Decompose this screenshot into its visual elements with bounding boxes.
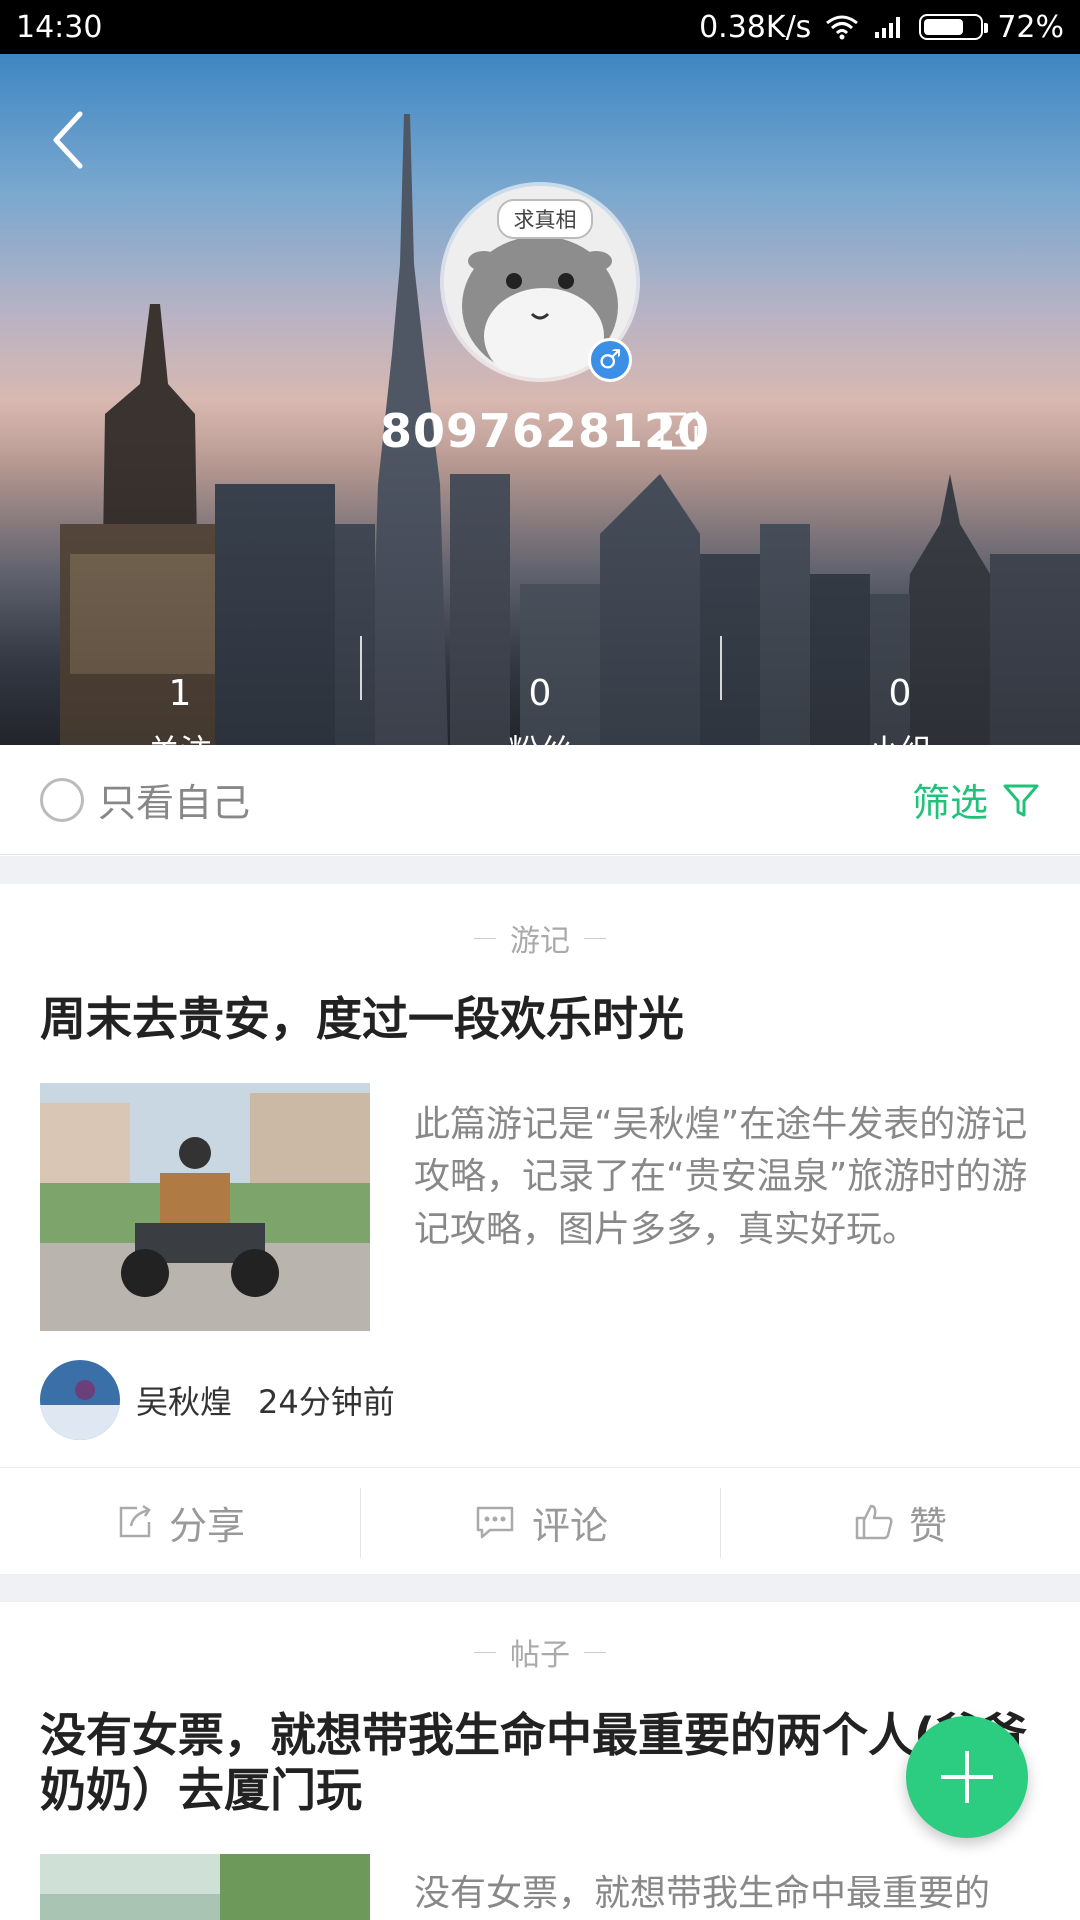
stat-value: 0 (888, 673, 912, 714)
card-tag-label: 游记 (510, 924, 570, 959)
stat-followers[interactable]: 0 粉丝 (360, 614, 720, 745)
battery-fill (924, 19, 964, 35)
battery-percent: 72% (997, 9, 1064, 45)
funnel-icon (1003, 784, 1039, 816)
thumbs-up-icon (855, 1504, 893, 1540)
card-description: 没有女票，就想带我生命中最重要的 (414, 1873, 991, 1915)
author-photo (40, 1360, 120, 1441)
wifi-icon (826, 15, 859, 40)
status-icons: 0.38K/s 72% (699, 10, 1064, 45)
travel-photo (40, 1854, 370, 1920)
share-button[interactable]: 分享 (0, 1468, 360, 1576)
only-self-toggle[interactable]: 只看自己 (40, 772, 250, 827)
like-label: 赞 (908, 1503, 947, 1548)
card-tag: 游记 (0, 916, 1080, 960)
battery-icon (919, 14, 989, 40)
stat-label: 关注 (0, 726, 360, 745)
card-tag: 帖子 (0, 1630, 1080, 1674)
back-button[interactable] (40, 94, 100, 174)
filter-bar: 只看自己 筛选 (0, 745, 1080, 855)
section-gap (0, 1574, 1080, 1602)
card-thumbnail[interactable] (40, 1854, 370, 1920)
gender-male-icon: ♂ (588, 338, 632, 382)
feed-card[interactable]: 游记 周末去贵安，度过一段欢乐时光 此篇游记是“吴秋煌”在途牛发表的游记攻略，记… (0, 884, 1080, 1578)
atv-photo (40, 1083, 370, 1332)
filter-button[interactable]: 筛选 (912, 772, 1040, 827)
like-button[interactable]: 赞 (720, 1468, 1080, 1576)
stat-groups[interactable]: 0 小组 (720, 614, 1080, 745)
card-description: 此篇游记是“吴秋煌”在途牛发表的游记攻略，记录了在“贵安温泉”旅游时的游记攻略，… (414, 1104, 1028, 1250)
card-actions: 分享 评论 赞 (0, 1467, 1080, 1578)
comment-button[interactable]: 评论 (360, 1468, 720, 1576)
section-gap (0, 856, 1080, 884)
share-icon (119, 1505, 151, 1538)
edit-profile-icon[interactable] (656, 408, 702, 454)
author-row: 吴秋煌 24分钟前 (0, 1359, 1080, 1441)
signal-icon (875, 17, 901, 38)
comment-icon (476, 1506, 514, 1539)
card-thumbnail[interactable] (40, 1083, 370, 1332)
add-post-button[interactable] (906, 1716, 1028, 1838)
card-tag-label: 帖子 (510, 1638, 570, 1673)
stat-label: 小组 (720, 726, 1080, 745)
stat-label: 粉丝 (360, 726, 720, 745)
plus-icon (941, 1751, 993, 1803)
card-title[interactable]: 周末去贵安，度过一段欢乐时光 (0, 992, 1080, 1047)
card-body: 此篇游记是“吴秋煌”在途牛发表的游记攻略，记录了在“贵安温泉”旅游时的游记攻略，… (0, 1083, 1080, 1332)
card-body: 没有女票，就想带我生命中最重要的 (0, 1854, 1080, 1920)
only-self-label: 只看自己 (98, 781, 251, 825)
status-time: 14:30 (16, 9, 103, 45)
stat-value: 1 (168, 673, 192, 714)
radio-button[interactable] (40, 777, 84, 822)
filter-label: 筛选 (911, 781, 988, 825)
stat-following[interactable]: 1 关注 (0, 614, 360, 746)
stat-value: 0 (528, 673, 552, 714)
profile-cover: 求真相 ♂ 8097628120 1 关注 0 粉丝 0 小组 (0, 54, 1080, 745)
avatar-bubble-text: 求真相 (513, 208, 577, 232)
author-name[interactable]: 吴秋煌 (136, 1377, 232, 1423)
author-avatar[interactable] (40, 1360, 120, 1441)
comment-label: 评论 (531, 1503, 608, 1548)
share-label: 分享 (168, 1503, 245, 1548)
status-bar: 14:30 0.38K/s 72% (0, 0, 1080, 54)
net-speed: 0.38K/s (699, 9, 812, 45)
profile-stats: 1 关注 0 粉丝 0 小组 (0, 614, 1080, 746)
post-time: 24分钟前 (258, 1383, 395, 1422)
